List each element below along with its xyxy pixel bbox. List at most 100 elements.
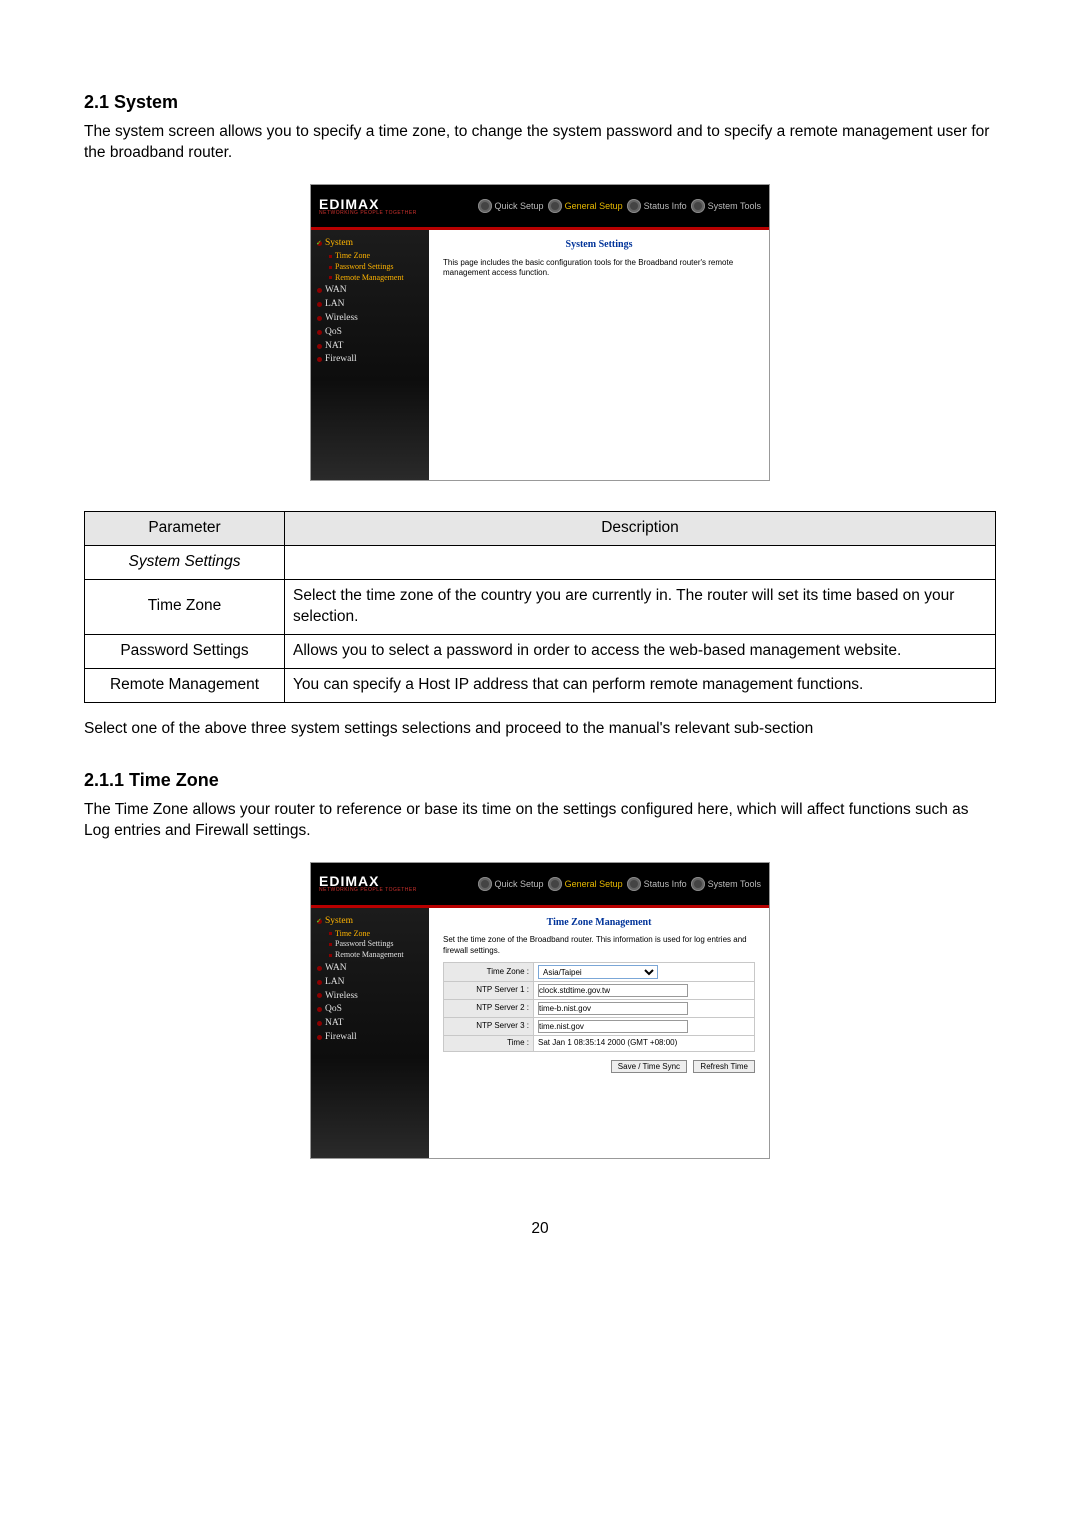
ntp1-input[interactable] xyxy=(538,984,688,997)
tab-icon xyxy=(627,877,641,891)
table-header-row: Parameter Description xyxy=(85,512,996,546)
ntp3-input[interactable] xyxy=(538,1020,688,1033)
nav-wireless[interactable]: Wireless xyxy=(317,990,423,1003)
bullet-icon xyxy=(329,255,332,258)
time-value: Sat Jan 1 08:35:14 2000 (GMT +08:00) xyxy=(534,1036,755,1052)
parameter-table: Parameter Description System Settings Ti… xyxy=(84,511,996,703)
paragraph-timezone-intro: The Time Zone allows your router to refe… xyxy=(84,800,996,842)
tab-icon xyxy=(627,199,641,213)
brand-subtext: NETWORKING PEOPLE TOGETHER xyxy=(319,888,417,893)
tab-icon xyxy=(691,877,705,891)
save-time-sync-button[interactable]: Save / Time Sync xyxy=(611,1060,687,1073)
nav-password[interactable]: Password Settings xyxy=(329,939,423,950)
nav-wan[interactable]: WAN xyxy=(317,284,423,297)
nav-remote[interactable]: Remote Management xyxy=(329,273,423,284)
cell-param: Time Zone xyxy=(85,579,285,634)
router-header: EDIMAX NETWORKING PEOPLE TOGETHER Quick … xyxy=(311,185,769,227)
bullet-icon xyxy=(317,316,322,321)
check-icon xyxy=(317,919,322,924)
nav-wan[interactable]: WAN xyxy=(317,962,423,975)
nav-system[interactable]: System xyxy=(317,915,423,928)
header-parameter: Parameter xyxy=(85,512,285,546)
router-content: Time Zone Management Set the time zone o… xyxy=(429,908,769,1158)
pane-description: Set the time zone of the Broadband route… xyxy=(443,935,755,956)
tab-general-setup[interactable]: General Setup xyxy=(548,877,623,891)
nav-remote[interactable]: Remote Management xyxy=(329,950,423,961)
pane-title: Time Zone Management xyxy=(443,916,755,930)
ntp1-label: NTP Server 1 : xyxy=(444,982,534,1000)
brand-subtext: NETWORKING PEOPLE TOGETHER xyxy=(319,211,417,216)
nav-timezone[interactable]: Time Zone xyxy=(329,929,423,940)
ntp2-input[interactable] xyxy=(538,1002,688,1015)
nav-nat[interactable]: NAT xyxy=(317,1017,423,1030)
header-description: Description xyxy=(285,512,996,546)
tab-status-info[interactable]: Status Info xyxy=(627,199,687,213)
tab-general-setup[interactable]: General Setup xyxy=(548,199,623,213)
router-header: EDIMAX NETWORKING PEOPLE TOGETHER Quick … xyxy=(311,863,769,905)
cell-param: Password Settings xyxy=(85,634,285,668)
router-tabs: Quick Setup General Setup Status Info Sy… xyxy=(478,199,761,213)
nav-qos[interactable]: QoS xyxy=(317,326,423,339)
nav-firewall[interactable]: Firewall xyxy=(317,353,423,366)
tab-quick-setup[interactable]: Quick Setup xyxy=(478,877,544,891)
paragraph-system-intro: The system screen allows you to specify … xyxy=(84,122,996,164)
nav-password[interactable]: Password Settings xyxy=(329,262,423,273)
router-screenshot-timezone: EDIMAX NETWORKING PEOPLE TOGETHER Quick … xyxy=(310,862,770,1159)
heading-system: 2.1 System xyxy=(84,90,996,114)
cell-param: System Settings xyxy=(85,546,285,580)
bullet-icon xyxy=(317,1035,322,1040)
time-label: Time : xyxy=(444,1036,534,1052)
tab-icon xyxy=(548,877,562,891)
tab-status-info[interactable]: Status Info xyxy=(627,877,687,891)
bullet-icon xyxy=(317,357,322,362)
page-number: 20 xyxy=(84,1219,996,1240)
timezone-form-table: Time Zone : Asia/Taipei NTP Server 1 : N… xyxy=(443,962,755,1052)
timezone-actions: Save / Time Sync Refresh Time xyxy=(443,1060,755,1073)
bullet-icon xyxy=(329,276,332,279)
tab-icon xyxy=(478,877,492,891)
timezone-select[interactable]: Asia/Taipei xyxy=(538,965,658,979)
tab-icon xyxy=(691,199,705,213)
router-screenshot-system: EDIMAX NETWORKING PEOPLE TOGETHER Quick … xyxy=(310,184,770,481)
nav-lan[interactable]: LAN xyxy=(317,976,423,989)
bullet-icon xyxy=(329,266,332,269)
nav-system[interactable]: System xyxy=(317,237,423,250)
cell-param: Remote Management xyxy=(85,668,285,702)
nav-firewall[interactable]: Firewall xyxy=(317,1031,423,1044)
bullet-icon xyxy=(317,344,322,349)
nav-wireless[interactable]: Wireless xyxy=(317,312,423,325)
bullet-icon xyxy=(317,980,322,985)
bullet-icon xyxy=(317,302,322,307)
cell-desc xyxy=(285,546,996,580)
nav-timezone[interactable]: Time Zone xyxy=(329,251,423,262)
tab-quick-setup[interactable]: Quick Setup xyxy=(478,199,544,213)
bullet-icon xyxy=(317,1007,322,1012)
pane-description: This page includes the basic configurati… xyxy=(443,258,755,279)
tab-system-tools[interactable]: System Tools xyxy=(691,877,761,891)
cell-desc: Select the time zone of the country you … xyxy=(285,579,996,634)
pane-title: System Settings xyxy=(443,238,755,252)
bullet-icon xyxy=(329,954,332,957)
nav-qos[interactable]: QoS xyxy=(317,1003,423,1016)
router-sidebar: System Time Zone Password Settings Remot… xyxy=(311,230,429,480)
table-row: System Settings xyxy=(85,546,996,580)
bullet-icon xyxy=(317,966,322,971)
refresh-time-button[interactable]: Refresh Time xyxy=(693,1060,755,1073)
table-row: Password Settings Allows you to select a… xyxy=(85,634,996,668)
brand-text: EDIMAX xyxy=(319,874,417,888)
ntp2-label: NTP Server 2 : xyxy=(444,1000,534,1018)
cell-desc: You can specify a Host IP address that c… xyxy=(285,668,996,702)
check-icon xyxy=(317,241,322,246)
table-row: Remote Management You can specify a Host… xyxy=(85,668,996,702)
bullet-icon xyxy=(317,288,322,293)
router-tabs: Quick Setup General Setup Status Info Sy… xyxy=(478,877,761,891)
tab-system-tools[interactable]: System Tools xyxy=(691,199,761,213)
nav-nat[interactable]: NAT xyxy=(317,340,423,353)
table-row: Time Zone Select the time zone of the co… xyxy=(85,579,996,634)
tab-icon xyxy=(478,199,492,213)
bullet-icon xyxy=(317,330,322,335)
cell-desc: Allows you to select a password in order… xyxy=(285,634,996,668)
tab-icon xyxy=(548,199,562,213)
paragraph-system-outro: Select one of the above three system set… xyxy=(84,719,996,740)
nav-lan[interactable]: LAN xyxy=(317,298,423,311)
